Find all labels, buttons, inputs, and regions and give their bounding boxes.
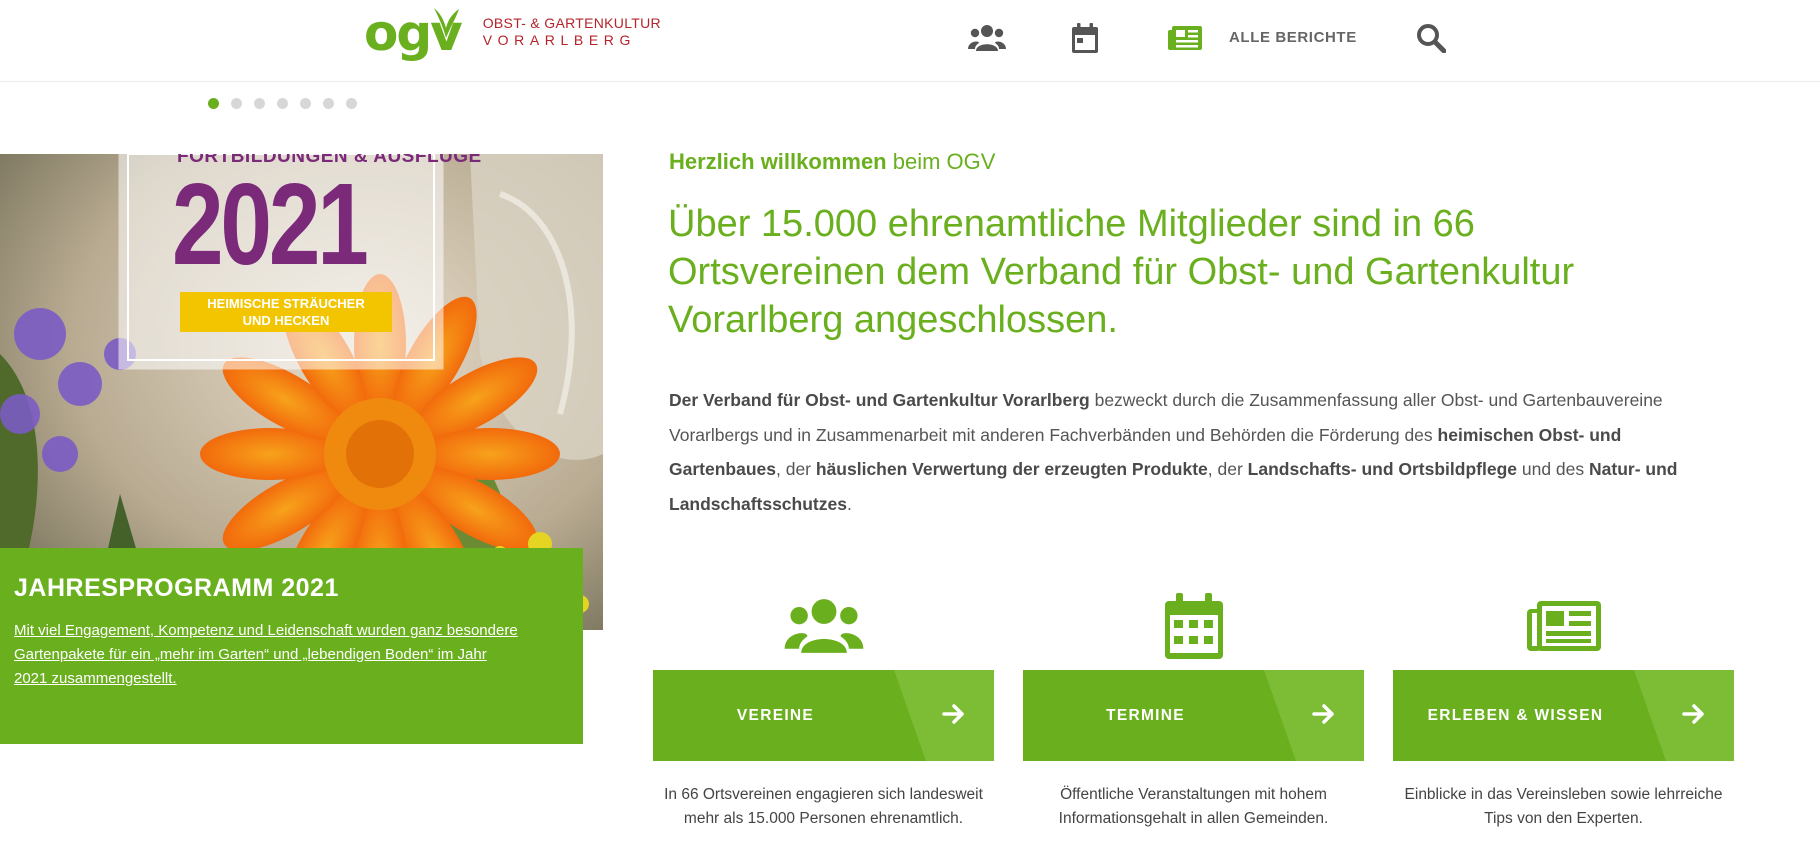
slider-dot-6[interactable] <box>323 98 334 109</box>
vereine-button-label: VEREINE <box>736 706 815 724</box>
arrow-right-icon <box>1682 704 1704 724</box>
newspaper-icon <box>1526 601 1601 651</box>
feature-erleben-icon-wrap <box>1393 582 1734 670</box>
intro-text-2: , der <box>775 459 816 479</box>
calendar-icon <box>1164 593 1223 659</box>
welcome-bold: Herzlich willkommen <box>669 149 887 174</box>
vereine-description: In 66 Ortsvereinen engagieren sich lande… <box>664 786 983 827</box>
search-button[interactable] <box>1411 20 1451 56</box>
logo-line-1: OBST- & GARTENKULTUR <box>482 15 661 31</box>
arrow-right-icon <box>942 704 964 724</box>
slider-dot-4[interactable] <box>277 98 288 109</box>
poster-banner: HEIMISCHE STRÄUCHER UND HECKEN <box>180 292 392 332</box>
poster-banner-line-2: UND HECKEN <box>242 313 330 328</box>
intro-text-4: und des <box>1517 459 1589 479</box>
vereine-button[interactable]: VEREINE <box>653 670 994 761</box>
welcome-rest: beim OGV <box>886 149 996 174</box>
intro-text-3: , der <box>1207 459 1248 479</box>
erleben-wissen-button-label: ERLEBEN & WISSEN <box>1427 706 1604 724</box>
feature-vereine-icon-wrap <box>653 582 994 670</box>
site-header: ogv OBST- & GARTENKULTUR VORARLBERG ALLE… <box>0 0 1820 82</box>
nav-all-reports-link[interactable]: ALLE BERICHTE <box>1229 29 1357 46</box>
leaf-icon <box>434 8 459 38</box>
hero-card-title: JAHRESPROGRAMM 2021 <box>14 574 339 602</box>
slider-dot-5[interactable] <box>300 98 311 109</box>
slider-dot-2[interactable] <box>231 98 242 109</box>
nav-reports-button[interactable] <box>1165 20 1205 56</box>
nav-calendar-button[interactable] <box>1065 20 1105 56</box>
intro-text-5: . <box>846 493 852 514</box>
termine-description: Öffentliche Veranstaltungen mit hohem In… <box>1058 786 1329 827</box>
termine-button[interactable]: TERMINE <box>1023 670 1364 761</box>
feature-termine: TERMINE Öffentliche Veranstaltungen mit … <box>1023 582 1364 831</box>
logo-mark: ogv <box>364 8 463 58</box>
intro-bold-3: häuslichen Verwertung der erzeugten Prod… <box>815 459 1208 479</box>
calendar-icon <box>1072 23 1098 53</box>
erleben-wissen-button[interactable]: ERLEBEN & WISSEN <box>1393 670 1734 761</box>
newspaper-icon <box>1168 26 1202 50</box>
users-icon <box>968 25 1006 51</box>
termine-button-label: TERMINE <box>1106 706 1185 724</box>
poster-banner-line-1: HEIMISCHE STRÄUCHER <box>207 296 365 311</box>
logo-line-2: VORARLBERG <box>482 32 636 48</box>
intro-paragraph: Der Verband für Obst- und Gartenkultur V… <box>669 383 1699 521</box>
slider-dot-7[interactable] <box>346 98 357 109</box>
intro-bold-4: Landschafts- und Ortsbildpflege <box>1247 459 1517 479</box>
erleben-wissen-description: Einblicke in das Vereinsleben sowie lehr… <box>1404 786 1723 827</box>
slider-dot-3[interactable] <box>254 98 265 109</box>
arrow-right-icon <box>1312 704 1334 724</box>
site-logo[interactable]: ogv OBST- & GARTENKULTUR VORARLBERG <box>364 8 661 58</box>
slider-dot-1[interactable] <box>208 98 219 109</box>
hero-caption-card: JAHRESPROGRAMM 2021 Mit viel Engagement,… <box>0 548 583 744</box>
users-icon <box>784 599 863 653</box>
search-icon <box>1417 24 1446 53</box>
feature-erleben-wissen: ERLEBEN & WISSEN Einblicke in das Verein… <box>1393 582 1734 831</box>
welcome-heading: Herzlich willkommen beim OGV <box>669 149 995 175</box>
main-headline: Über 15.000 ehrenamtliche Mitglieder sin… <box>668 203 1575 341</box>
nav-users-button[interactable] <box>967 20 1007 56</box>
logo-wordmark: OBST- & GARTENKULTUR VORARLBERG <box>483 15 661 49</box>
hero-card-link[interactable]: Mit viel Engagement, Kompetenz und Leide… <box>14 619 524 691</box>
feature-vereine: VEREINE In 66 Ortsvereinen engagieren si… <box>653 582 994 831</box>
slider-pagination <box>208 98 357 109</box>
poster-year: 2021 <box>172 159 369 289</box>
feature-termine-icon-wrap <box>1023 582 1364 670</box>
intro-bold-1: Der Verband für Obst- und Gartenkultur V… <box>669 390 1090 410</box>
